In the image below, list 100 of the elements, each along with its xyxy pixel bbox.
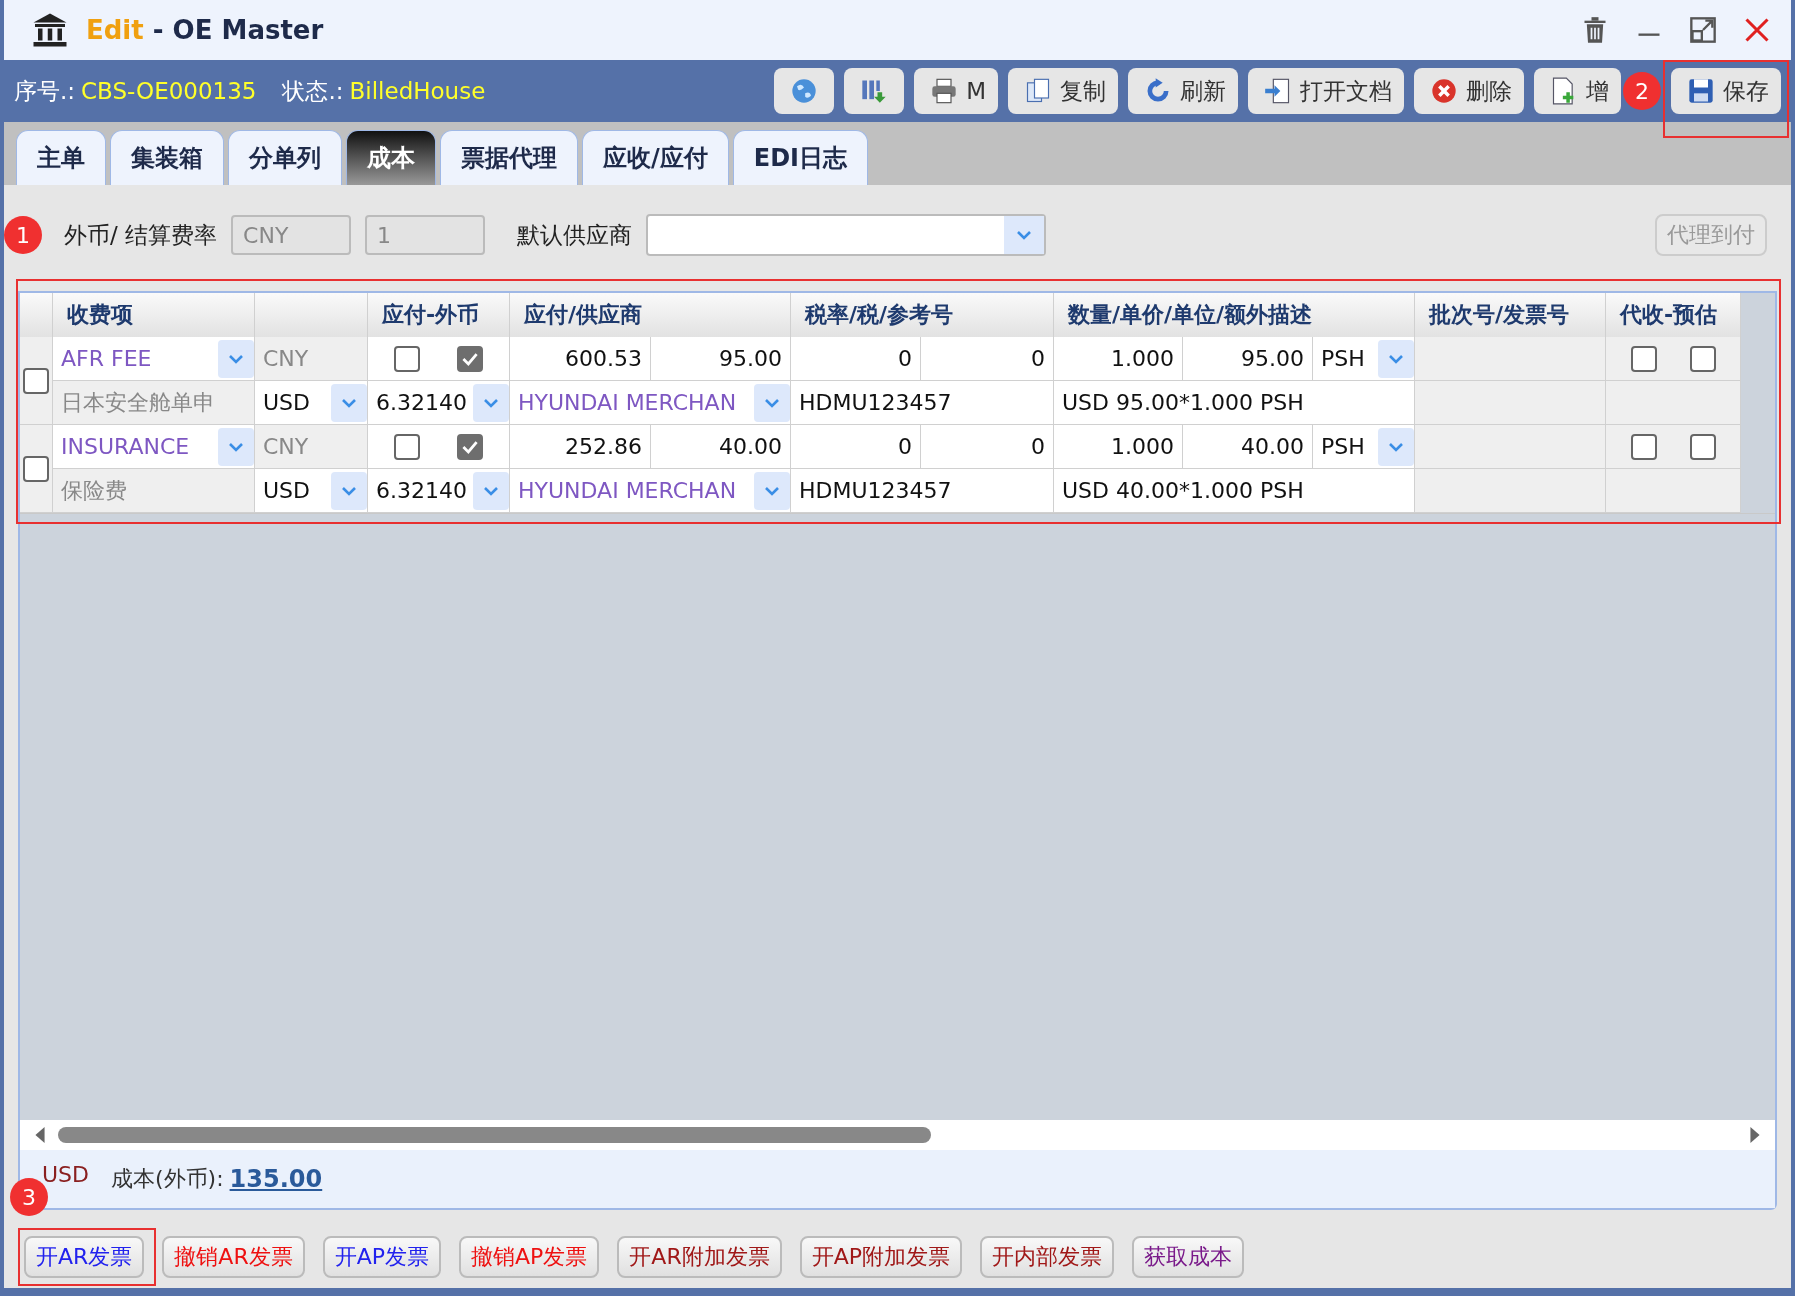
toolbar-button[interactable] <box>844 68 905 114</box>
chevron-down-icon[interactable] <box>473 383 509 422</box>
column-header: 批次号/发票号 <box>1415 293 1606 337</box>
unit-dropdown[interactable]: PSH <box>1313 337 1415 381</box>
action-button[interactable]: 开内部发票 <box>980 1236 1114 1278</box>
action-button[interactable]: 开AP发票 <box>322 1236 441 1278</box>
chevron-down-icon[interactable] <box>218 427 254 466</box>
table-cell: 0 <box>921 337 1054 381</box>
action-button[interactable]: 撤销AR发票 <box>162 1236 305 1278</box>
currency-dropdown[interactable]: USD <box>255 469 368 513</box>
table-cell: CNY <box>255 337 368 381</box>
toolbar-button[interactable]: 打开文档 <box>1248 68 1404 114</box>
scroll-right-icon[interactable] <box>1749 1127 1761 1143</box>
supplier-label: 默认供应商 <box>517 220 633 250</box>
globe-icon <box>790 77 819 105</box>
table-cell: 1.000 <box>1054 425 1183 469</box>
toolbar-button[interactable]: 增 <box>1534 68 1621 114</box>
save-icon <box>1687 77 1715 105</box>
tab[interactable]: 主单 <box>16 130 106 185</box>
tab[interactable]: 集装箱 <box>110 130 224 185</box>
field-label: 序号.: <box>14 76 76 106</box>
bank-building-icon <box>32 12 68 48</box>
chevron-down-icon[interactable] <box>331 383 367 422</box>
table-cell: 0 <box>791 425 921 469</box>
table-cell: 日本安全舱单申 <box>53 381 255 425</box>
toolbar-button[interactable]: 删除 <box>1414 68 1524 114</box>
chevron-down-icon[interactable] <box>1378 339 1414 378</box>
action-button[interactable]: 开AR发票 <box>24 1236 145 1278</box>
table-cell: 95.00 <box>651 337 791 381</box>
checkbox[interactable] <box>23 367 49 394</box>
table-cell: 保险费 <box>53 469 255 513</box>
cost-value-link[interactable]: 135.00 <box>229 1165 323 1193</box>
chevron-down-icon[interactable] <box>754 471 790 510</box>
supplier-dropdown[interactable]: HYUNDAI MERCHAN <box>510 469 791 513</box>
checkbox[interactable] <box>1630 345 1657 372</box>
checkbox[interactable] <box>1689 433 1716 460</box>
column-header: 代收-预估 <box>1606 293 1741 337</box>
rate-label: 外币/ 结算费率 <box>64 220 218 250</box>
table-cell: CNY <box>255 425 368 469</box>
tab[interactable]: EDI日志 <box>732 130 868 185</box>
table-cell: HDMU123457 <box>791 381 1054 425</box>
field-value: CBS-OE000135 <box>81 78 257 104</box>
printer-icon <box>930 77 959 105</box>
column-header: 税率/税/参考号 <box>791 293 1054 337</box>
table-cell: 600.53 <box>510 337 651 381</box>
rate-dropdown[interactable]: 6.32140 <box>368 381 510 425</box>
table-cell: 40.00 <box>1183 425 1313 469</box>
toolbar-button[interactable]: M <box>914 68 998 114</box>
scrollbar-thumb[interactable] <box>58 1127 932 1143</box>
table-cell: USD 95.00*1.000 PSH <box>1054 381 1415 425</box>
chevron-down-icon[interactable] <box>473 471 509 510</box>
tab[interactable]: 分单列 <box>228 130 342 185</box>
action-button[interactable]: 开AR附加发票 <box>617 1236 782 1278</box>
action-button[interactable]: 撤销AP发票 <box>459 1236 600 1278</box>
callout-badge: 2 <box>1623 72 1661 110</box>
chevron-down-icon[interactable] <box>1378 427 1414 466</box>
toolbar-button[interactable]: 复制 <box>1008 68 1118 114</box>
checkbox[interactable] <box>456 433 483 460</box>
tab[interactable]: 应收/应付 <box>582 130 729 185</box>
callout-badge: 1 <box>4 216 42 254</box>
currency-dropdown[interactable]: USD <box>255 381 368 425</box>
checkbox[interactable] <box>456 345 483 372</box>
charge-dropdown[interactable]: AFR FEE <box>53 337 255 381</box>
table-cell: USD 40.00*1.000 PSH <box>1054 469 1415 513</box>
table-cell: 0 <box>921 425 1054 469</box>
charge-dropdown[interactable]: INSURANCE <box>53 425 255 469</box>
chevron-down-icon[interactable] <box>754 383 790 422</box>
chevron-down-icon[interactable] <box>218 339 254 378</box>
toolbar-button[interactable]: 保存 <box>1671 68 1781 114</box>
delete-icon <box>1430 77 1458 105</box>
table-cell: HDMU123457 <box>791 469 1054 513</box>
open-document-icon <box>1264 77 1292 105</box>
checkbox[interactable] <box>23 455 49 482</box>
field-label: 状态.: <box>282 76 344 106</box>
column-header: 收费项 <box>53 293 255 337</box>
horizontal-scrollbar[interactable] <box>20 1120 1775 1150</box>
maximize-icon[interactable] <box>1689 16 1717 44</box>
toolbar-button[interactable] <box>774 68 835 114</box>
supplier-dropdown[interactable]: HYUNDAI MERCHAN <box>510 381 791 425</box>
chevron-down-icon[interactable] <box>331 471 367 510</box>
checkbox[interactable] <box>394 345 421 372</box>
tab[interactable]: 成本 <box>346 130 436 185</box>
checkbox[interactable] <box>1689 345 1716 372</box>
tab[interactable]: 票据代理 <box>440 130 578 185</box>
window-title: Edit - OE Master <box>86 15 324 45</box>
copy-icon <box>1024 77 1052 105</box>
toolbar-button[interactable]: 刷新 <box>1128 68 1238 114</box>
close-icon[interactable] <box>1743 16 1771 44</box>
rate-dropdown[interactable]: 6.32140 <box>368 469 510 513</box>
field-value: BilledHouse <box>349 78 486 104</box>
table-cell: 95.00 <box>1183 337 1313 381</box>
action-button[interactable]: 开AP附加发票 <box>799 1236 962 1278</box>
column-header: 应付/供应商 <box>510 293 791 337</box>
unit-dropdown[interactable]: PSH <box>1313 425 1415 469</box>
checkbox[interactable] <box>1630 433 1657 460</box>
cost-label: 成本(外币): <box>111 1165 224 1193</box>
scroll-left-icon[interactable] <box>34 1127 46 1143</box>
action-button[interactable]: 获取成本 <box>1132 1236 1244 1278</box>
table-cell: 0 <box>791 337 921 381</box>
checkbox[interactable] <box>394 433 421 460</box>
